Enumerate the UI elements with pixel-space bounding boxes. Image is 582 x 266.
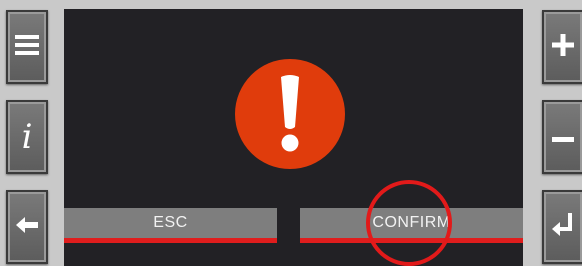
display-screen: ESC CONFIRM	[64, 9, 523, 266]
plus-button[interactable]	[542, 10, 582, 84]
minus-icon	[552, 128, 574, 147]
plus-icon	[552, 34, 574, 60]
back-arrow-icon	[16, 217, 38, 237]
alert-circle	[235, 59, 345, 169]
enter-icon	[552, 213, 574, 241]
menu-icon	[15, 34, 39, 60]
info-button[interactable]: i	[6, 100, 48, 174]
menu-button[interactable]	[6, 10, 48, 84]
info-icon: i	[21, 117, 33, 157]
esc-label: ESC	[153, 214, 188, 231]
esc-button[interactable]: ESC	[64, 208, 277, 243]
confirm-highlight-ring	[366, 180, 452, 266]
minus-button[interactable]	[542, 100, 582, 174]
enter-button[interactable]	[542, 190, 582, 264]
back-button[interactable]	[6, 190, 48, 264]
exclamation-icon	[281, 75, 299, 152]
